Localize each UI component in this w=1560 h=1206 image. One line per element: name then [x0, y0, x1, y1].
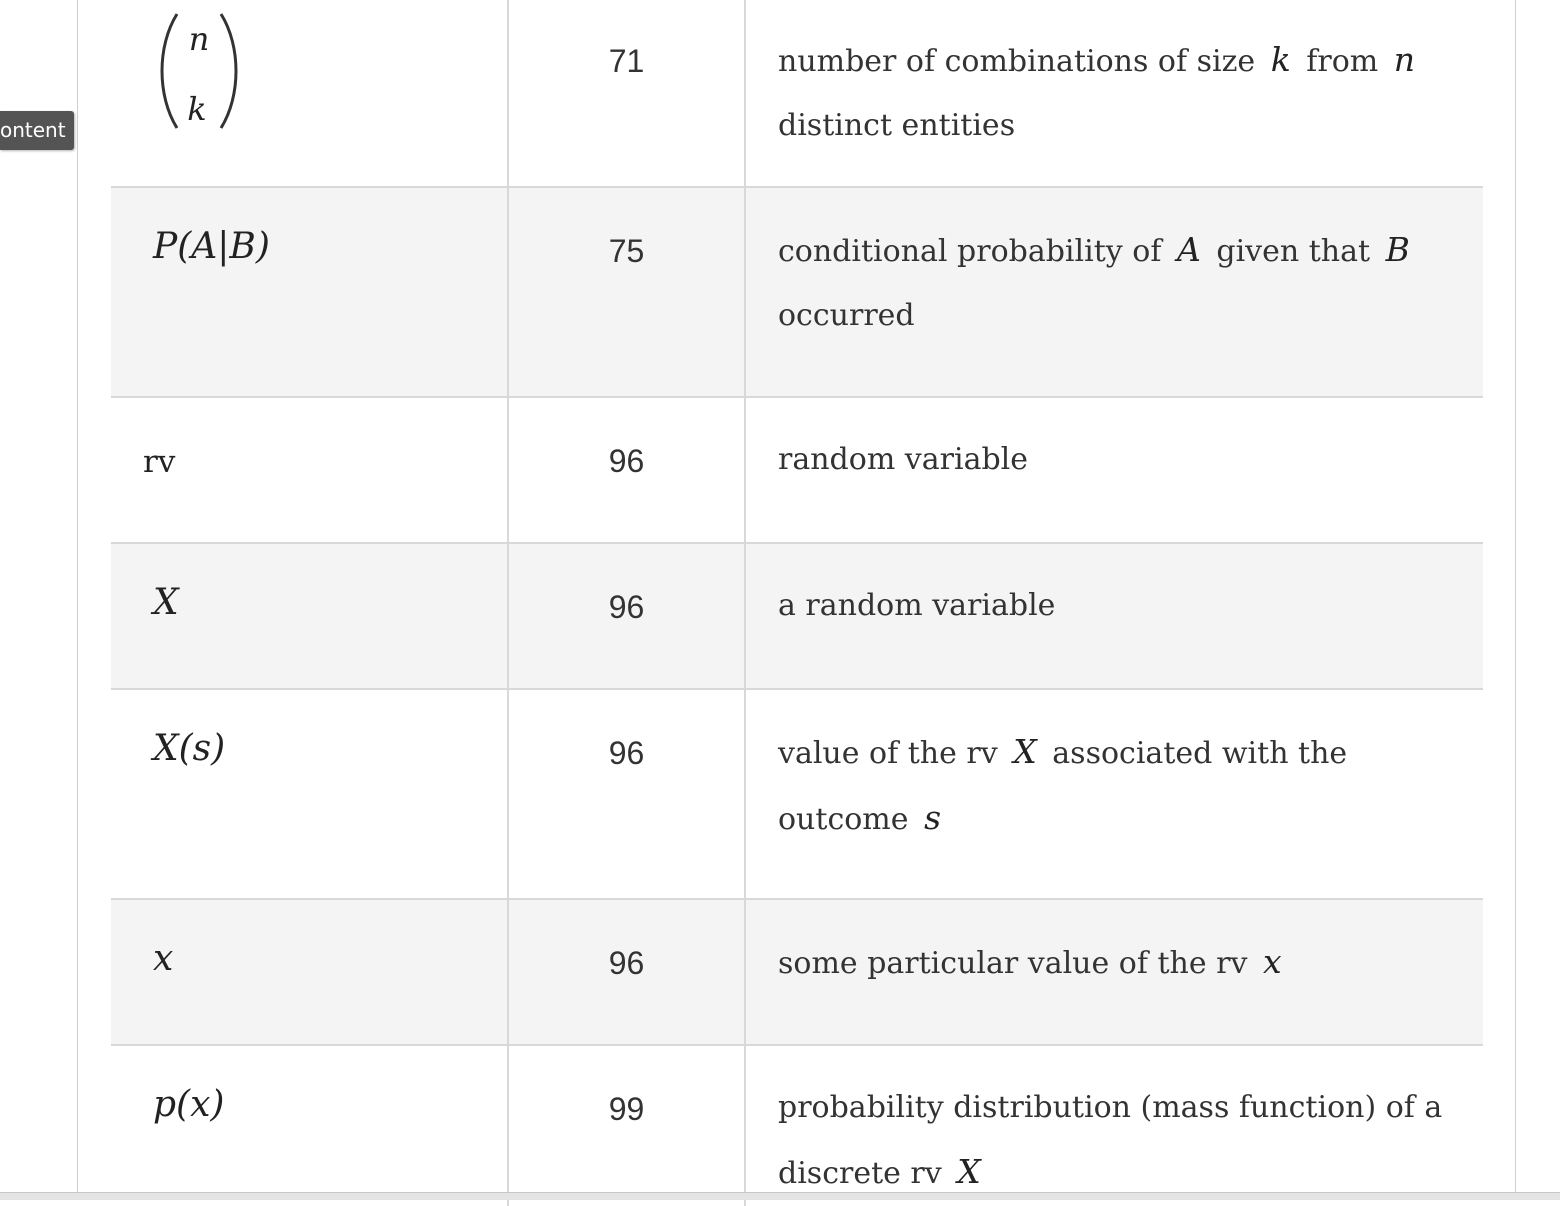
- meaning-text: a random variable: [778, 574, 1463, 638]
- page-number: 96: [608, 443, 645, 479]
- tooltip-label: ontent: [0, 118, 66, 142]
- meaning-part: given that: [1216, 234, 1371, 269]
- meaning-part: outcome: [778, 802, 909, 837]
- symbol-cell: X(s): [111, 690, 507, 898]
- table-row: x 96 some particular value of the rv x: [111, 900, 1483, 1046]
- table-row: p(x) 99 probability distribution (mass f…: [111, 1046, 1483, 1206]
- page-number: 71: [608, 43, 645, 79]
- meaning-cell: some particular value of the rv x: [744, 900, 1483, 1044]
- meaning-variable: B: [1385, 230, 1410, 269]
- meaning-part: occurred: [778, 298, 915, 333]
- meaning-part: a random variable: [778, 588, 1056, 623]
- binomial-top: n: [189, 20, 210, 58]
- meaning-part: random variable: [778, 442, 1029, 477]
- page-cell: 99: [507, 1046, 744, 1206]
- meaning-text: number of combinations of size k from n …: [778, 28, 1463, 158]
- table-row: n k 71 number of combinations of size k …: [111, 0, 1483, 188]
- page-number: 96: [608, 589, 645, 625]
- symbol: p(x): [153, 1084, 225, 1125]
- page-number: 96: [608, 735, 645, 771]
- meaning-cell: a random variable: [744, 544, 1483, 688]
- meaning-text: probability distribution (mass function)…: [778, 1076, 1463, 1206]
- meaning-part: number of combinations of size: [778, 44, 1256, 79]
- page-number: 99: [608, 1091, 645, 1127]
- meaning-variable: s: [924, 798, 941, 837]
- meaning-part: probability distribution (mass function)…: [778, 1090, 1443, 1125]
- meaning-part: some particular value of the rv: [778, 946, 1248, 981]
- meaning-variable: X: [957, 1152, 981, 1191]
- page-cell: 96: [507, 544, 744, 688]
- meaning-part: from: [1306, 44, 1379, 79]
- meaning-text: value of the rv X associated with the ou…: [778, 720, 1463, 852]
- meaning-part: distinct entities: [778, 108, 1016, 143]
- symbol-cell: p(x): [111, 1046, 507, 1206]
- table-row: X 96 a random variable: [111, 544, 1483, 690]
- meaning-part: value of the rv: [778, 736, 998, 771]
- page-number: 96: [608, 945, 645, 981]
- meaning-variable: n: [1393, 40, 1416, 79]
- page-cell: 71: [507, 0, 744, 186]
- meaning-cell: value of the rv X associated with the ou…: [744, 690, 1483, 898]
- symbol: rv: [143, 444, 176, 480]
- page-cell: 96: [507, 690, 744, 898]
- meaning-part: discrete rv: [778, 1156, 942, 1191]
- meaning-part: associated with the: [1052, 736, 1348, 771]
- symbol: P(A|B): [153, 226, 270, 267]
- meaning-variable: X: [1013, 732, 1037, 771]
- symbol-cell: rv: [111, 398, 507, 542]
- meaning-cell: probability distribution (mass function)…: [744, 1046, 1483, 1206]
- meaning-cell: number of combinations of size k from n …: [744, 0, 1483, 186]
- page-cell: 75: [507, 188, 744, 396]
- meaning-cell: random variable: [744, 398, 1483, 542]
- binomial-symbol: n k: [160, 13, 238, 129]
- content-frame-left-border: [77, 0, 78, 1193]
- symbol-cell: P(A|B): [111, 188, 507, 396]
- binomial-bottom: k: [187, 90, 206, 128]
- symbol-cell: n k: [111, 0, 507, 186]
- table-row: rv 96 random variable: [111, 398, 1483, 544]
- content-frame-right-border: [1515, 0, 1516, 1193]
- symbol-cell: x: [111, 900, 507, 1044]
- meaning-text: conditional probability of A given that …: [778, 218, 1463, 348]
- meaning-variable: A: [1176, 230, 1201, 269]
- meaning-part: conditional probability of: [778, 234, 1162, 269]
- symbol: x: [153, 938, 174, 979]
- horizontal-scrollbar[interactable]: [0, 1192, 1560, 1200]
- table-row: X(s) 96 value of the rv X associated wit…: [111, 690, 1483, 900]
- page-cell: 96: [507, 398, 744, 542]
- meaning-variable: x: [1263, 942, 1282, 981]
- meaning-cell: conditional probability of A given that …: [744, 188, 1483, 396]
- meaning-text: random variable: [778, 428, 1463, 492]
- page-number: 75: [608, 233, 645, 269]
- symbol: X: [153, 582, 179, 623]
- symbol-cell: X: [111, 544, 507, 688]
- table-row: P(A|B) 75 conditional probability of A g…: [111, 188, 1483, 398]
- meaning-text: some particular value of the rv x: [778, 930, 1463, 996]
- tooltip: ontent: [0, 111, 74, 150]
- symbol: X(s): [153, 728, 226, 769]
- meaning-variable: k: [1270, 40, 1291, 79]
- page-cell: 96: [507, 900, 744, 1044]
